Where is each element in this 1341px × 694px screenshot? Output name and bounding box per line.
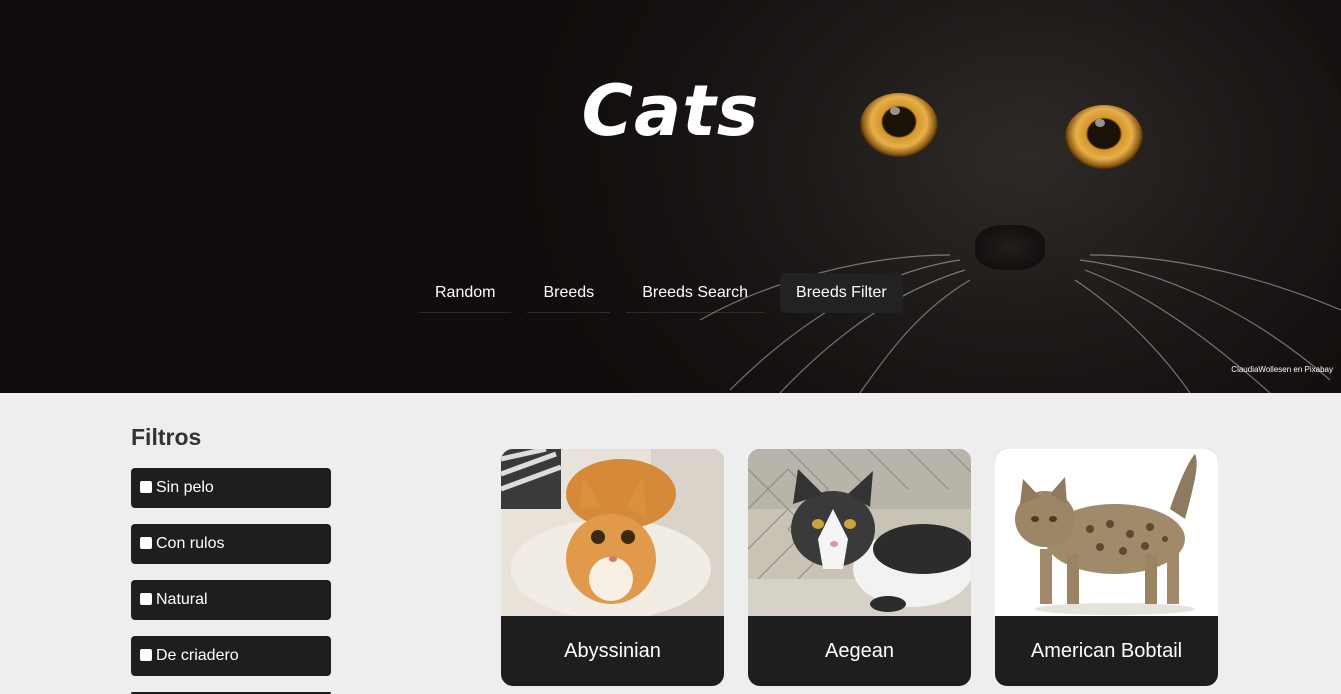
nav-breeds-filter[interactable]: Breeds Filter (780, 273, 903, 313)
breed-card-abyssinian[interactable]: Abyssinian (501, 449, 724, 686)
breed-name: American Bobtail (1030, 639, 1183, 662)
nav-breeds-search[interactable]: Breeds Search (626, 273, 765, 313)
filter-con-rulos[interactable]: Con rulos (131, 524, 331, 564)
orange-kitten-photo (501, 449, 724, 616)
breed-name: Abyssinian (564, 639, 661, 662)
site-title: Cats (581, 70, 760, 152)
black-white-cat-photo (748, 449, 971, 616)
breed-card-american-bobtail[interactable]: American Bobtail (995, 449, 1218, 686)
tabby-kitten-photo (995, 449, 1218, 616)
filter-label: Con rulos (156, 535, 225, 552)
filter-label: Natural (156, 591, 208, 608)
checkbox-icon[interactable] (140, 481, 152, 493)
hero-banner: Cats Random Breeds Breeds Search Breeds … (0, 0, 1341, 393)
filter-natural[interactable]: Natural (131, 580, 331, 620)
breed-card-aegean[interactable]: Aegean (748, 449, 971, 686)
nav-random[interactable]: Random (419, 273, 512, 313)
filter-label: Sin pelo (156, 479, 214, 496)
checkbox-icon[interactable] (140, 537, 152, 549)
filter-de-criadero[interactable]: De criadero (131, 636, 331, 676)
nav-breeds[interactable]: Breeds (527, 273, 611, 313)
checkbox-icon[interactable] (140, 593, 152, 605)
photo-credit: ClaudiaWollesen en Pixabay (1231, 365, 1333, 374)
filters-heading: Filtros (131, 424, 202, 450)
breed-name: Aegean (825, 639, 894, 662)
main-nav: Random Breeds Breeds Search Breeds Filte… (419, 273, 903, 313)
checkbox-icon[interactable] (140, 649, 152, 661)
filter-label: De criadero (156, 647, 239, 664)
filter-sin-pelo[interactable]: Sin pelo (131, 468, 331, 508)
